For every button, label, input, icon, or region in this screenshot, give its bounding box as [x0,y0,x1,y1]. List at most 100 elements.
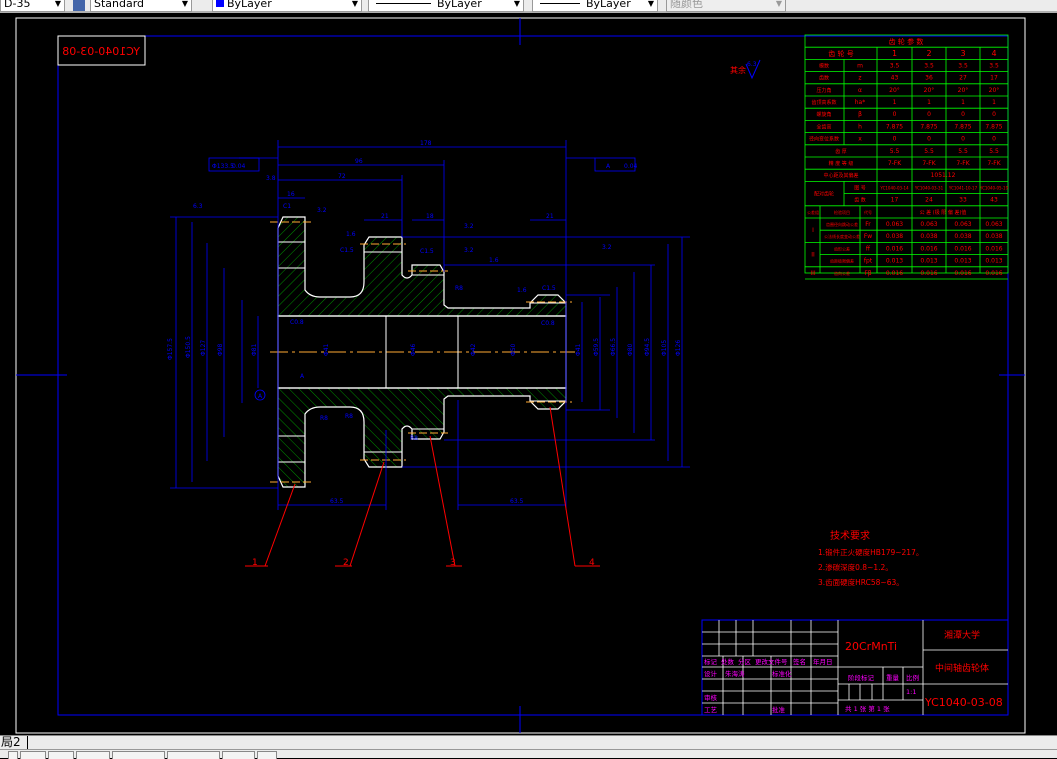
table-cell: ha* [855,99,865,106]
tech-item: 2.渗碳深度0.8~1.2。 [818,562,893,572]
table-cell: 20° [958,87,969,94]
tb-stage: 阶段标记 [848,673,875,682]
dimstyle-dropdown[interactable]: D-35 ▼ [0,0,65,12]
table-cell: 0.016 [886,270,903,277]
tb-scale: 1:1 [906,688,916,696]
table-cell: z [858,75,861,82]
dimension-text: C1.5 [542,285,556,292]
dimension-text: Φ41 [323,343,330,356]
dimension-text: 0.04 [232,163,246,170]
color-dropdown[interactable]: ByLayer ▼ [212,0,362,12]
dimension-text: 96 [355,158,363,165]
table-cell: 7-FK [956,160,970,167]
table-cell: 中心距及其偏差 [823,172,858,179]
table-cell: YC1041-10-17 [948,185,978,190]
dimension-text: C1 [283,203,291,210]
table-cell: 0.063 [985,221,1002,228]
status-bar [0,749,1057,759]
table-cell: 公差组 [807,209,819,215]
table-cell: 0.016 [954,270,971,277]
textstyle-icon[interactable] [73,0,85,11]
table-cell: 5.5 [958,148,968,155]
dimension-text: 21 [546,213,554,220]
textstyle-dropdown[interactable]: Standard ▼ [90,0,192,12]
roughness-value: 6.3 [747,61,757,68]
dimension-text: Φ98 [217,343,224,356]
dimension-text: C0.8 [541,320,555,327]
table-cell: 0.013 [954,258,971,265]
table-cell: 20° [924,87,935,94]
table-cell: 0.013 [886,258,903,265]
dimension-text: 0.04 [624,163,638,170]
table-cell: 5.5 [890,148,900,155]
lineweight-sample [540,3,580,4]
table-cell: 1 [992,99,996,106]
dimension-text: 3.2 [464,247,474,254]
drawing-canvas[interactable]: YC1040-03-08 其余 6.3 178 96 72 16 3.8 63.… [0,15,1057,735]
linetype-dropdown[interactable]: ByLayer ▼ [368,0,524,12]
table-cell: 5.5 [989,148,999,155]
tb-school: 湘潭大学 [944,629,980,641]
dimension-text: Φ42 [470,343,477,356]
table-cell: 0 [927,136,931,143]
table-cell: 7.875 [886,123,903,130]
callout-4: 4 [589,558,595,568]
color-swatch [216,0,224,7]
dimension-text: A [606,163,611,170]
roughness-other-label: 其余 [730,65,746,75]
dimension-text: 3.2 [602,244,612,251]
table-cell: 36 [925,75,933,82]
table-cell: 0 [961,136,965,143]
table-cell: β [858,111,862,118]
table-cell: 图 号 [854,185,866,191]
table-cell: 43 [891,75,899,82]
table-cell: 2 [926,49,931,58]
gear-parameter-table: 齿 轮 参 数齿 轮 号 1 2 3 4 模数 m 3.5 3.5 3.5 3.5 齿数 z 43 36 27… [804,34,1009,280]
table-cell: 齿圈径向跳动公差 [826,221,858,227]
table-cell: ff [866,245,871,252]
table-cell: 20° [889,87,900,94]
tb-label: 年月日 [813,657,833,666]
table-cell: 3.5 [958,62,968,69]
table-cell: 0.063 [954,221,971,228]
title-block: 标记 处数 分区 更改文件号 签名 年月日 设计 朱海涛 标准化 审核 工艺 批… [701,619,1009,716]
table-cell: Fβ [864,270,871,277]
dimension-text: 1.6 [517,287,527,294]
tb-standard: 标准化 [772,669,792,678]
table-cell: 0.063 [886,221,903,228]
table-cell: α [858,87,862,94]
dimension-text: 18 [426,213,434,220]
chevron-down-icon: ▼ [181,0,188,8]
table-cell: 0.016 [886,245,903,252]
table-cell: 1 [961,99,965,106]
lineweight-dropdown[interactable]: ByLayer ▼ [532,0,658,12]
table-cell: 精 度 等 级 [829,160,854,167]
dimension-text: Φ80 [627,343,634,356]
table-cell: 0.038 [920,233,937,240]
table-cell: 7-FK [922,160,936,167]
tb-label: 签名 [793,657,806,666]
plotstyle-dropdown[interactable]: 随颜色 ▼ [666,0,786,12]
table-cell: 0.063 [920,221,937,228]
table-cell: m [857,62,863,69]
tb-review: 审核 [704,693,718,702]
linetype-sample [376,3,431,4]
tab-layout2[interactable]: 局2 [0,736,28,749]
dimension-text: 72 [338,173,346,180]
table-cell: YC1040-05-19 [979,185,1009,190]
table-cell: I [812,227,814,234]
tech-item: 1.锻件正火硬度HB179~217。 [818,547,923,557]
table-cell: 齿向公差 [834,270,850,276]
table-cell: 0 [992,111,996,118]
dimension-text: 3.2 [317,207,327,214]
table-cell: 3.5 [890,62,900,69]
dimension-text: 178 [420,140,432,147]
table-cell: 1 [927,99,931,106]
table-cell: 齿 数 [854,197,866,204]
tb-label: 分区 [738,657,752,666]
table-cell: 0.016 [985,270,1002,277]
dimension-text: C1.5 [340,247,354,254]
dimension-text: A [258,393,263,400]
dimension-text: Φ150.5 [185,336,192,358]
tb-process: 工艺 [704,706,718,714]
